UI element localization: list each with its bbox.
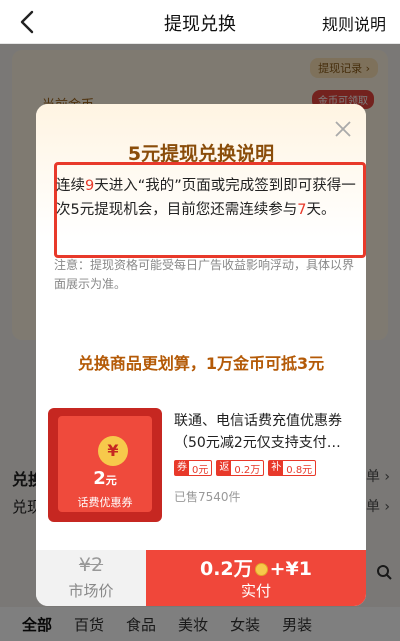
purchase-bar: ¥2 市场价 0.2万 +¥1 实付 — [36, 550, 366, 606]
market-price: ¥2 — [78, 554, 104, 576]
gold-coin-icon — [254, 563, 268, 576]
consecutive-days: 9 — [85, 178, 95, 194]
close-icon[interactable] — [334, 120, 352, 138]
yuan-coin-icon: ¥ — [98, 436, 128, 466]
subsidy-tag: 补 0.8元 — [268, 460, 317, 476]
sold-count: 已售7540件 — [174, 490, 241, 504]
market-price-block: ¥2 市场价 — [36, 550, 146, 606]
rules-link[interactable]: 规则说明 — [322, 11, 386, 35]
product-image[interactable]: ¥ 2元 话费优惠券 — [48, 408, 162, 522]
product-name-line2[interactable]: （50元减2元仅支持支付… — [174, 432, 364, 454]
modal-description: 连续9天进入“我的”页面或完成签到即可获得一次5元提现机会，目前您还需连续参与7… — [56, 178, 356, 218]
pay-button[interactable]: 0.2万 +¥1 实付 — [146, 550, 366, 606]
top-navbar: 提现兑换 规则说明 — [0, 0, 400, 44]
modal-header-area: 5元提现兑换说明 连续9天进入“我的”页面或完成签到即可获得一次5元提现机会，目… — [36, 104, 366, 326]
promo-section: 兑换商品更划算，1万金币可抵3元 ¥ 2元 话费优惠券 联通、电信话费充值优惠券… — [36, 326, 366, 550]
withdraw-explanation-modal: 5元提现兑换说明 连续9天进入“我的”页面或完成签到即可获得一次5元提现机会，目… — [36, 104, 366, 606]
coupon-amount: 2元 — [93, 468, 117, 489]
coupon-tag: 券 0元 — [174, 460, 213, 476]
coupon-graphic: ¥ 2元 话费优惠券 — [58, 416, 152, 512]
product-tags: 券 0元 返 0.2万 补 0.8元 — [174, 460, 317, 476]
pay-label: 实付 — [240, 582, 271, 600]
pay-price: 0.2万 +¥1 — [199, 558, 313, 580]
coupon-label: 话费优惠券 — [77, 496, 133, 509]
product-name[interactable]: 联通、电信话费充值优惠券 — [174, 410, 364, 432]
promo-title: 兑换商品更划算，1万金币可抵3元 — [77, 354, 325, 373]
market-price-label: 市场价 — [68, 582, 114, 600]
modal-note: 注意：提现资格可能受每日广告收益影响浮动，具体以界面展示为准。 — [54, 258, 355, 291]
rebate-tag: 返 0.2万 — [216, 460, 265, 476]
